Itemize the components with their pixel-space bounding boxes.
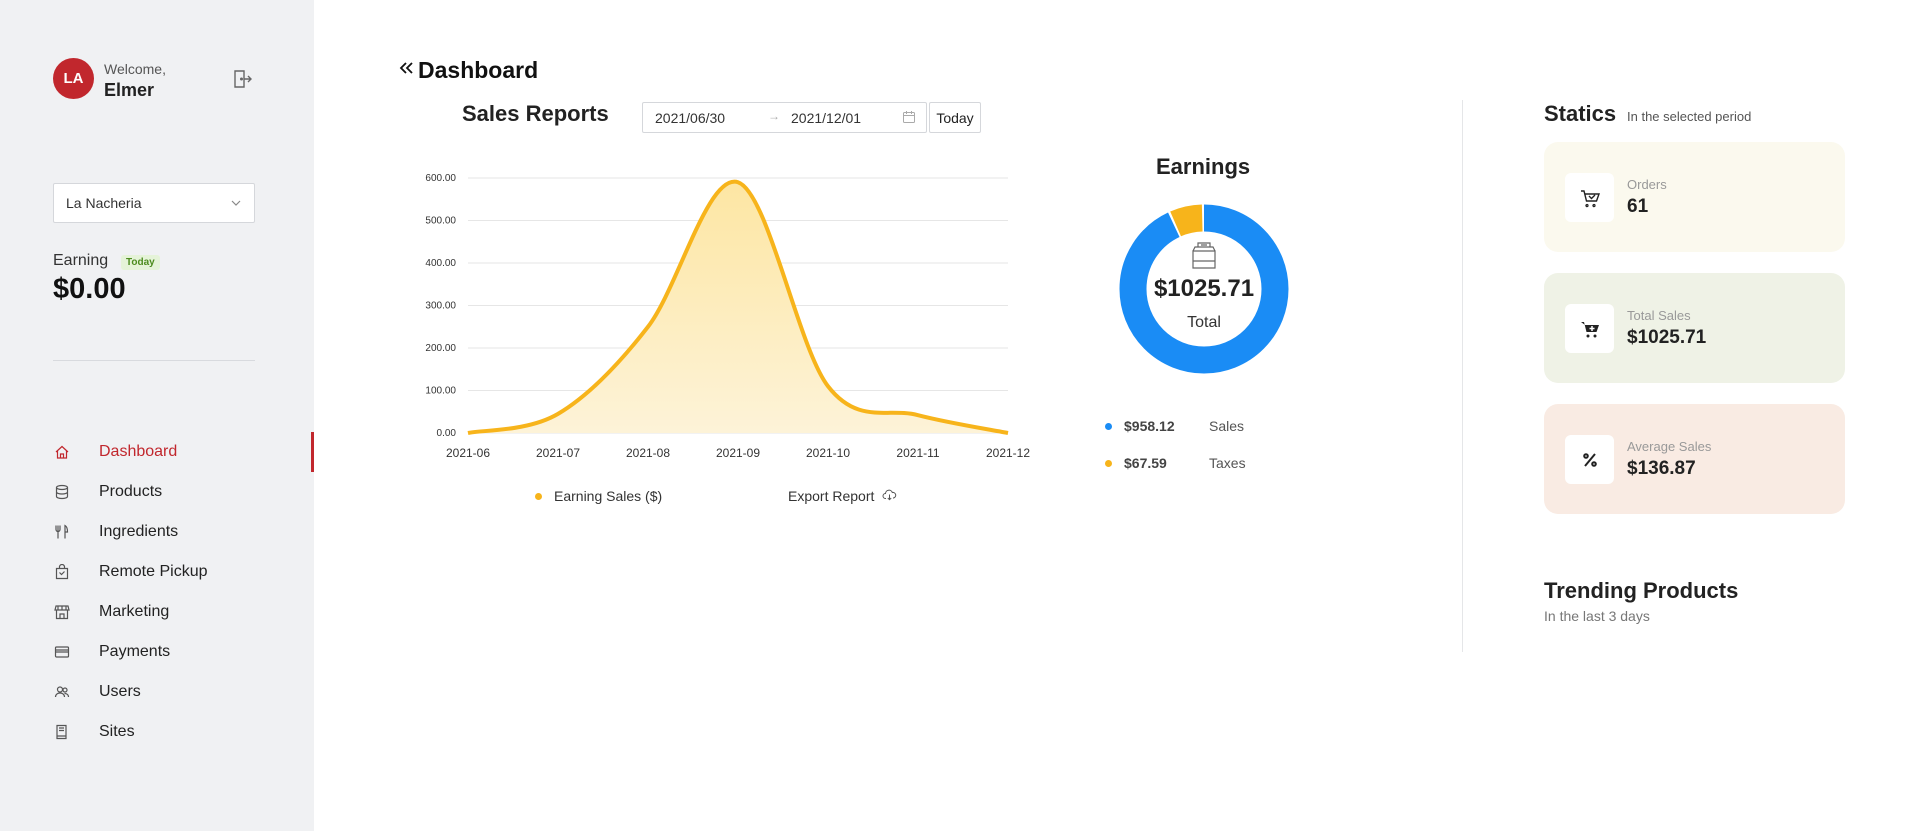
average-sales-card: Average Sales $136.87 <box>1544 404 1845 514</box>
legend-taxes[interactable]: $67.59 Taxes <box>1105 455 1246 471</box>
sidebar-item-payments[interactable]: Payments <box>53 637 314 667</box>
y-tick-label: 500.00 <box>425 216 456 227</box>
x-tick-label: 2021-08 <box>626 446 670 460</box>
legend-dot <box>1105 459 1112 467</box>
x-tick-label: 2021-11 <box>896 446 939 460</box>
sidebar-item-users[interactable]: Users <box>53 677 314 707</box>
sales-label: Sales <box>1209 418 1245 434</box>
card-label: Total Sales <box>1627 308 1691 323</box>
taxes-label: Taxes <box>1209 455 1246 471</box>
sidebar-item-label: Remote Pickup <box>99 563 208 580</box>
earnings-title: Earnings <box>1156 154 1251 179</box>
x-tick-label: 2021-07 <box>536 446 580 460</box>
card-value: $1025.71 <box>1627 327 1707 348</box>
sidebar-item-sites[interactable]: Sites <box>53 717 314 747</box>
y-tick-label: 200.00 <box>425 343 456 354</box>
area-fill <box>468 181 1008 433</box>
statics-subtitle: In the selected period <box>1627 109 1752 124</box>
cart-plus-icon <box>1565 304 1614 353</box>
database-icon <box>53 483 71 501</box>
export-report-button[interactable]: Export Report <box>788 488 897 504</box>
card-value: $136.87 <box>1627 458 1696 479</box>
y-tick-label: 100.00 <box>425 386 456 397</box>
x-tick-label: 2021-12 <box>986 446 1030 460</box>
sidebar-item-products[interactable]: Products <box>53 477 314 507</box>
sidebar-item-label: Ingredients <box>99 523 179 540</box>
sidebar-item-label: Products <box>99 483 163 500</box>
y-tick-label: 0.00 <box>437 428 457 439</box>
y-tick-label: 300.00 <box>425 301 456 312</box>
total-sales-card: Total Sales $1025.71 <box>1544 273 1845 383</box>
sidebar-item-label: Marketing <box>99 603 170 620</box>
sidebar-item-label: Sites <box>99 723 135 740</box>
taxes-value: $67.59 <box>1124 455 1167 471</box>
sidebar-item-label: Users <box>99 683 141 700</box>
trending-products-title: Trending Products <box>1544 578 1739 603</box>
earnings-total: $1025.71 <box>1153 275 1255 302</box>
utensils-icon <box>53 523 71 541</box>
legend-dot <box>1105 422 1112 430</box>
legend-label: Earning Sales ($) <box>554 488 663 504</box>
y-tick-label: 400.00 <box>425 258 456 269</box>
trending-products-subtitle: In the last 3 days <box>1544 608 1650 624</box>
sales-chart: 0.00 100.00 200.00 300.00 400.00 500.00 600.00… <box>425 173 1030 460</box>
card-label: Orders <box>1627 177 1667 192</box>
x-tick-label: 2021-06 <box>446 446 490 460</box>
y-tick-label: 600.00 <box>425 173 456 184</box>
users-icon <box>53 683 71 701</box>
x-tick-label: 2021-09 <box>716 446 760 460</box>
orders-card: Orders 61 <box>1544 142 1845 252</box>
sidebar-item-marketing[interactable]: Marketing <box>53 597 314 627</box>
wallet-icon <box>1188 240 1220 277</box>
storefront-icon <box>53 603 71 621</box>
shopping-bag-icon <box>53 563 71 581</box>
section-divider <box>1462 100 1463 652</box>
legend-dot <box>535 492 542 500</box>
export-label: Export Report <box>788 488 875 504</box>
sales-value: $958.12 <box>1124 418 1175 434</box>
sidebar-item-label: Payments <box>99 643 171 660</box>
chart-legend[interactable]: Earning Sales ($) <box>535 488 662 504</box>
cloud-download-icon <box>882 488 897 504</box>
credit-card-icon <box>53 643 71 661</box>
statics-title: Statics <box>1544 101 1617 126</box>
sidebar-item-ingredients[interactable]: Ingredients <box>53 517 314 547</box>
percent-icon <box>1565 435 1614 484</box>
sidebar-item-remote-pickup[interactable]: Remote Pickup <box>53 557 314 587</box>
card-label: Average Sales <box>1627 439 1712 454</box>
earnings-total-label: Total <box>1187 314 1221 331</box>
legend-sales[interactable]: $958.12 Sales <box>1105 418 1244 434</box>
cart-icon <box>1565 173 1614 222</box>
x-tick-label: 2021-10 <box>806 446 850 460</box>
card-value: 61 <box>1627 196 1649 217</box>
book-icon <box>53 723 71 741</box>
